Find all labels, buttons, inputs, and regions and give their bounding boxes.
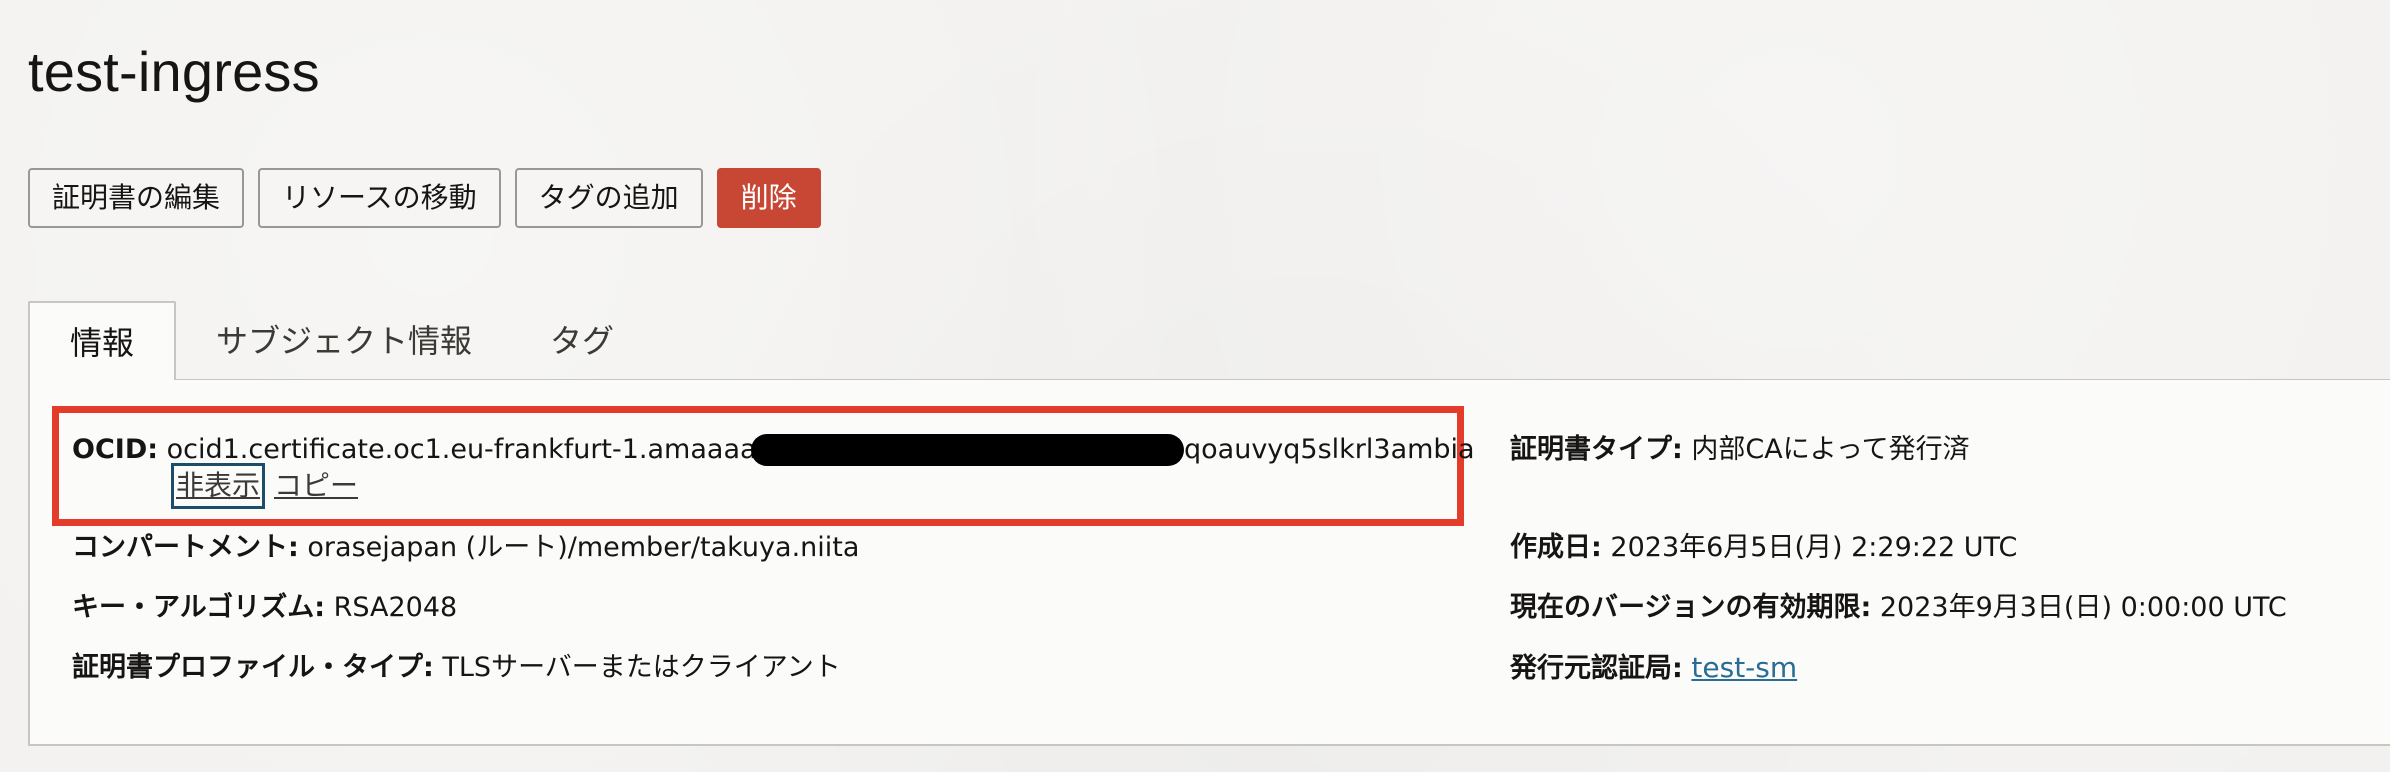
- issuer-field: 発行元認証局: test-sm: [1510, 650, 1797, 687]
- ocid-field: OCID: ocid1.certificate.oc1.eu-frankfurt…: [72, 432, 804, 468]
- issuer-label: 発行元認証局:: [1510, 653, 1683, 684]
- tab-bar: 情報 サブジェクト情報 タグ: [28, 301, 2390, 383]
- compartment-value: orasejapan (ルート)/member/takuya.niita: [307, 532, 860, 563]
- tab-information[interactable]: 情報: [28, 301, 176, 383]
- ocid-label: OCID:: [72, 434, 159, 465]
- expiry-field: 現在のバージョンの有効期限: 2023年9月3日(日) 0:00:00 UTC: [1510, 590, 2287, 626]
- action-bar: 証明書の編集 リソースの移動 タグの追加 削除: [28, 168, 821, 228]
- add-tag-button[interactable]: タグの追加: [514, 168, 703, 228]
- ocid-hide-link[interactable]: 非表示: [170, 463, 266, 509]
- compartment-label: コンパートメント:: [72, 532, 299, 563]
- created-field: 作成日: 2023年6月5日(月) 2:29:22 UTC: [1510, 530, 2017, 566]
- issuer-link[interactable]: test-sm: [1691, 651, 1797, 684]
- move-resource-button[interactable]: リソースの移動: [258, 168, 501, 228]
- certificate-type-label: 証明書タイプ:: [1510, 434, 1683, 465]
- compartment-field: コンパートメント: orasejapan (ルート)/member/takuya…: [72, 530, 859, 566]
- ocid-value-end: qoauvyq5slkrl3ambia: [1184, 434, 1475, 465]
- redaction-mark: [751, 434, 1184, 466]
- certificate-type-field: 証明書タイプ: 内部CAによって発行済: [1510, 432, 1970, 468]
- key-algorithm-label: キー・アルゴリズム:: [72, 592, 325, 623]
- key-algorithm-value: RSA2048: [333, 592, 458, 623]
- profile-type-field: 証明書プロファイル・タイプ: TLSサーバーまたはクライアント: [72, 650, 841, 686]
- tab-subject-information[interactable]: サブジェクト情報: [216, 301, 472, 381]
- ocid-actions: 非表示 コピー: [170, 463, 358, 509]
- certificate-type-value: 内部CAによって発行済: [1691, 434, 1970, 465]
- key-algorithm-field: キー・アルゴリズム: RSA2048: [72, 590, 457, 626]
- info-panel: OCID: ocid1.certificate.oc1.eu-frankfurt…: [28, 380, 2390, 746]
- ocid-value-start: ocid1.certificate.oc1.eu-frankfurt-1.ama…: [166, 434, 804, 465]
- profile-type-label: 証明書プロファイル・タイプ:: [72, 652, 434, 683]
- expiry-value: 2023年9月3日(日) 0:00:00 UTC: [1879, 592, 2287, 623]
- created-label: 作成日:: [1510, 532, 1602, 563]
- tab-tags[interactable]: タグ: [550, 301, 614, 381]
- expiry-label: 現在のバージョンの有効期限:: [1510, 592, 1872, 623]
- delete-button[interactable]: 削除: [716, 168, 821, 228]
- created-value: 2023年6月5日(月) 2:29:22 UTC: [1610, 532, 2018, 563]
- page-title: test-ingress: [28, 40, 320, 103]
- edit-certificate-button[interactable]: 証明書の編集: [28, 168, 245, 228]
- ocid-copy-link[interactable]: コピー: [274, 468, 358, 504]
- profile-type-value: TLSサーバーまたはクライアント: [442, 652, 841, 683]
